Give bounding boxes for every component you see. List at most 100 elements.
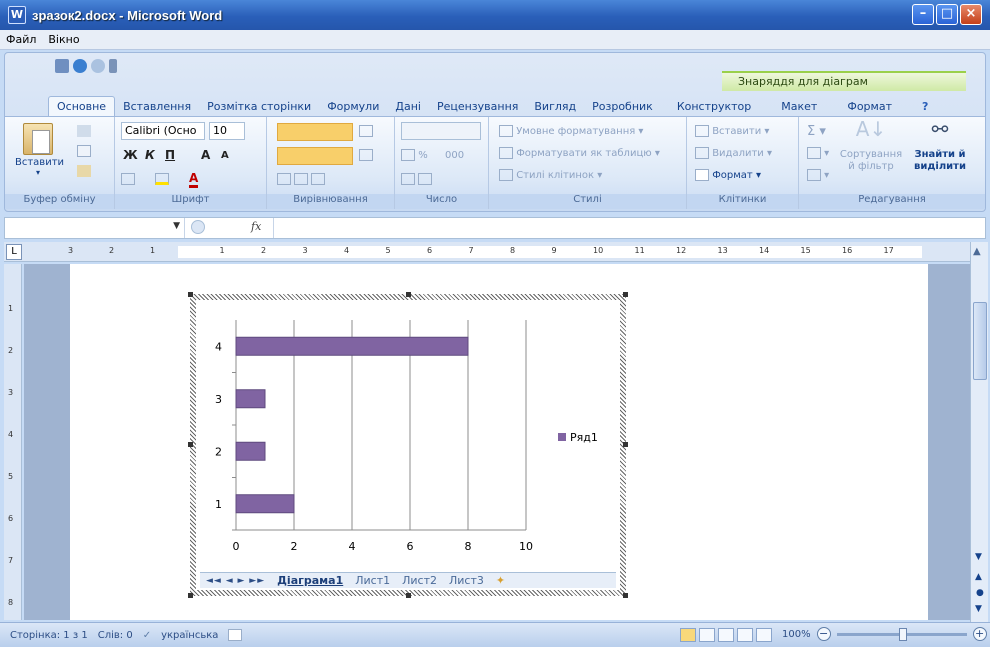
bold-button[interactable]: Ж <box>123 148 138 162</box>
save-icon[interactable] <box>55 59 69 73</box>
horizontal-ruler[interactable]: L 3 2 1 1 2 3 4 5 6 7 8 9 10 11 12 13 14 15 16 17 <box>4 242 970 262</box>
indent-icon[interactable] <box>277 171 326 189</box>
tab-formulas[interactable]: Формули <box>319 97 387 116</box>
tab-format[interactable]: Формат <box>839 97 900 116</box>
thousands-button[interactable]: 000 <box>445 147 464 165</box>
outline-view-icon[interactable] <box>737 628 753 642</box>
sheet-tab-sheet2[interactable]: Лист2 <box>396 574 443 587</box>
grow-font-button[interactable]: A <box>201 148 210 162</box>
scrollbar-thumb[interactable] <box>973 302 987 380</box>
word-count[interactable]: Слів: 0 <box>98 630 133 641</box>
font-color-button[interactable]: A <box>189 171 199 188</box>
merge-cells-icon[interactable] <box>359 147 373 165</box>
insert-function-button[interactable]: fx <box>251 220 261 233</box>
sheet-tab-chart1[interactable]: Діаграма1 <box>271 574 349 587</box>
full-screen-view-icon[interactable] <box>699 628 715 642</box>
decimal-buttons[interactable] <box>401 171 433 189</box>
sort-filter-button[interactable]: A↓ Сортування й фільтр <box>839 119 903 173</box>
close-button[interactable]: × <box>960 4 982 25</box>
tab-page-layout[interactable]: Розмітка сторінки <box>199 97 319 116</box>
font-size-select[interactable]: 10 <box>209 122 245 140</box>
tab-layout[interactable]: Макет <box>773 97 825 116</box>
embedded-chart-frame[interactable]: 0 2 4 6 8 10 1 2 3 4 Ряд1 ◄◄ ◄ ► ►► Діаграма1 Лист… <box>188 292 628 598</box>
maximize-button[interactable]: □ <box>936 4 958 25</box>
draft-view-icon[interactable] <box>756 628 772 642</box>
italic-button[interactable]: К <box>145 148 155 162</box>
find-select-button[interactable]: ⚯ Знайти й виділити <box>907 119 973 173</box>
font-family-select[interactable]: Calibri (Осно <box>121 122 205 140</box>
sheet-tab-sheet3[interactable]: Лист3 <box>443 574 490 587</box>
tab-home[interactable]: Основне <box>48 96 116 116</box>
cut-icon[interactable] <box>77 123 91 141</box>
web-layout-view-icon[interactable] <box>718 628 734 642</box>
name-box[interactable]: ▼ <box>5 218 185 238</box>
tab-developer[interactable]: Розробник <box>584 97 661 116</box>
next-page-icon[interactable]: ▼ <box>975 604 982 614</box>
page-count[interactable]: Сторінка: 1 з 1 <box>10 630 88 641</box>
word-app-icon[interactable]: W <box>8 6 26 24</box>
language-status[interactable]: українська <box>161 630 218 641</box>
sheet-nav-buttons[interactable]: ◄◄ ◄ ► ►► <box>206 576 265 586</box>
redo-icon[interactable] <box>91 59 105 73</box>
resize-handle-br[interactable] <box>623 593 628 598</box>
autosum-button[interactable]: Σ ▾ <box>807 123 826 141</box>
paste-button[interactable]: Вставити ▾ <box>15 123 64 177</box>
customize-qat-icon[interactable] <box>109 59 117 73</box>
undo-icon[interactable] <box>73 59 87 73</box>
scroll-down-icon[interactable]: ▼ <box>975 552 982 562</box>
chart-area[interactable]: 0 2 4 6 8 10 1 2 3 4 Ряд1 ◄◄ ◄ ► ►► Діаграма1 Лист… <box>196 300 620 590</box>
vertical-scrollbar[interactable]: ▲ ▼ ▲ ● ▼ <box>970 242 988 622</box>
resize-handle-top[interactable] <box>406 292 411 297</box>
help-icon[interactable]: ? <box>914 97 936 116</box>
zoom-slider-thumb[interactable] <box>898 627 907 641</box>
zoom-level[interactable]: 100% <box>782 629 811 640</box>
insert-cells-button[interactable]: Вставити ▾ <box>695 123 769 141</box>
resize-handle-bottom[interactable] <box>406 593 411 598</box>
minimize-button[interactable]: – <box>912 4 934 25</box>
vertical-ruler[interactable]: 1 2 3 4 5 6 7 8 <box>4 264 22 620</box>
zoom-slider[interactable] <box>836 627 967 641</box>
format-cells-button[interactable]: Формат ▾ <box>695 167 761 185</box>
menu-file[interactable]: Файл <box>6 33 36 46</box>
underline-button[interactable]: П <box>165 148 175 162</box>
zoom-in-button[interactable]: + <box>972 627 987 641</box>
borders-button[interactable] <box>121 171 135 189</box>
fill-button[interactable]: ▾ <box>807 145 829 163</box>
tab-design[interactable]: Конструктор <box>669 97 759 116</box>
tab-view[interactable]: Вигляд <box>526 97 584 116</box>
tab-selector-button[interactable]: L <box>6 244 22 260</box>
tab-insert[interactable]: Вставлення <box>115 97 199 116</box>
menu-window[interactable]: Вікно <box>48 33 79 46</box>
conditional-formatting-button[interactable]: Умовне форматування ▾ <box>499 123 643 141</box>
wrap-text-icon[interactable] <box>359 123 373 141</box>
copy-icon[interactable] <box>77 143 91 161</box>
insert-sheet-icon[interactable]: ✦ <box>490 574 511 587</box>
left-align-icon[interactable] <box>277 147 353 165</box>
resize-handle-bl[interactable] <box>188 593 193 598</box>
delete-cells-button[interactable]: Видалити ▾ <box>695 145 772 163</box>
number-format-select[interactable] <box>401 122 481 140</box>
scroll-up-icon[interactable]: ▲ <box>973 246 981 257</box>
cell-styles-button[interactable]: Стилі клітинок ▾ <box>499 167 602 185</box>
resize-handle-tr[interactable] <box>623 292 628 297</box>
bar-chart[interactable]: 0 2 4 6 8 101234Ряд1 <box>196 300 620 572</box>
browse-object-icon[interactable]: ● <box>976 588 984 598</box>
clear-button[interactable]: ▾ <box>807 167 829 185</box>
print-layout-view-icon[interactable] <box>680 628 696 642</box>
fill-color-button[interactable] <box>155 171 169 189</box>
previous-page-icon[interactable]: ▲ <box>975 572 982 582</box>
shrink-font-button[interactable]: A <box>221 150 229 161</box>
sheet-tab-sheet1[interactable]: Лист1 <box>349 574 396 587</box>
resize-handle-tl[interactable] <box>188 292 193 297</box>
format-painter-icon[interactable] <box>77 163 91 181</box>
formula-expand-icon[interactable] <box>191 220 205 234</box>
tab-data[interactable]: Дані <box>387 97 429 116</box>
tab-review[interactable]: Рецензування <box>429 97 526 116</box>
top-align-icon[interactable] <box>277 123 353 141</box>
resize-handle-left[interactable] <box>188 442 193 447</box>
formula-input[interactable] <box>273 218 985 238</box>
format-as-table-button[interactable]: Форматувати як таблицю ▾ <box>499 145 660 163</box>
macro-record-icon[interactable] <box>228 629 243 641</box>
percent-button[interactable]: % <box>401 147 428 165</box>
resize-handle-right[interactable] <box>623 442 628 447</box>
